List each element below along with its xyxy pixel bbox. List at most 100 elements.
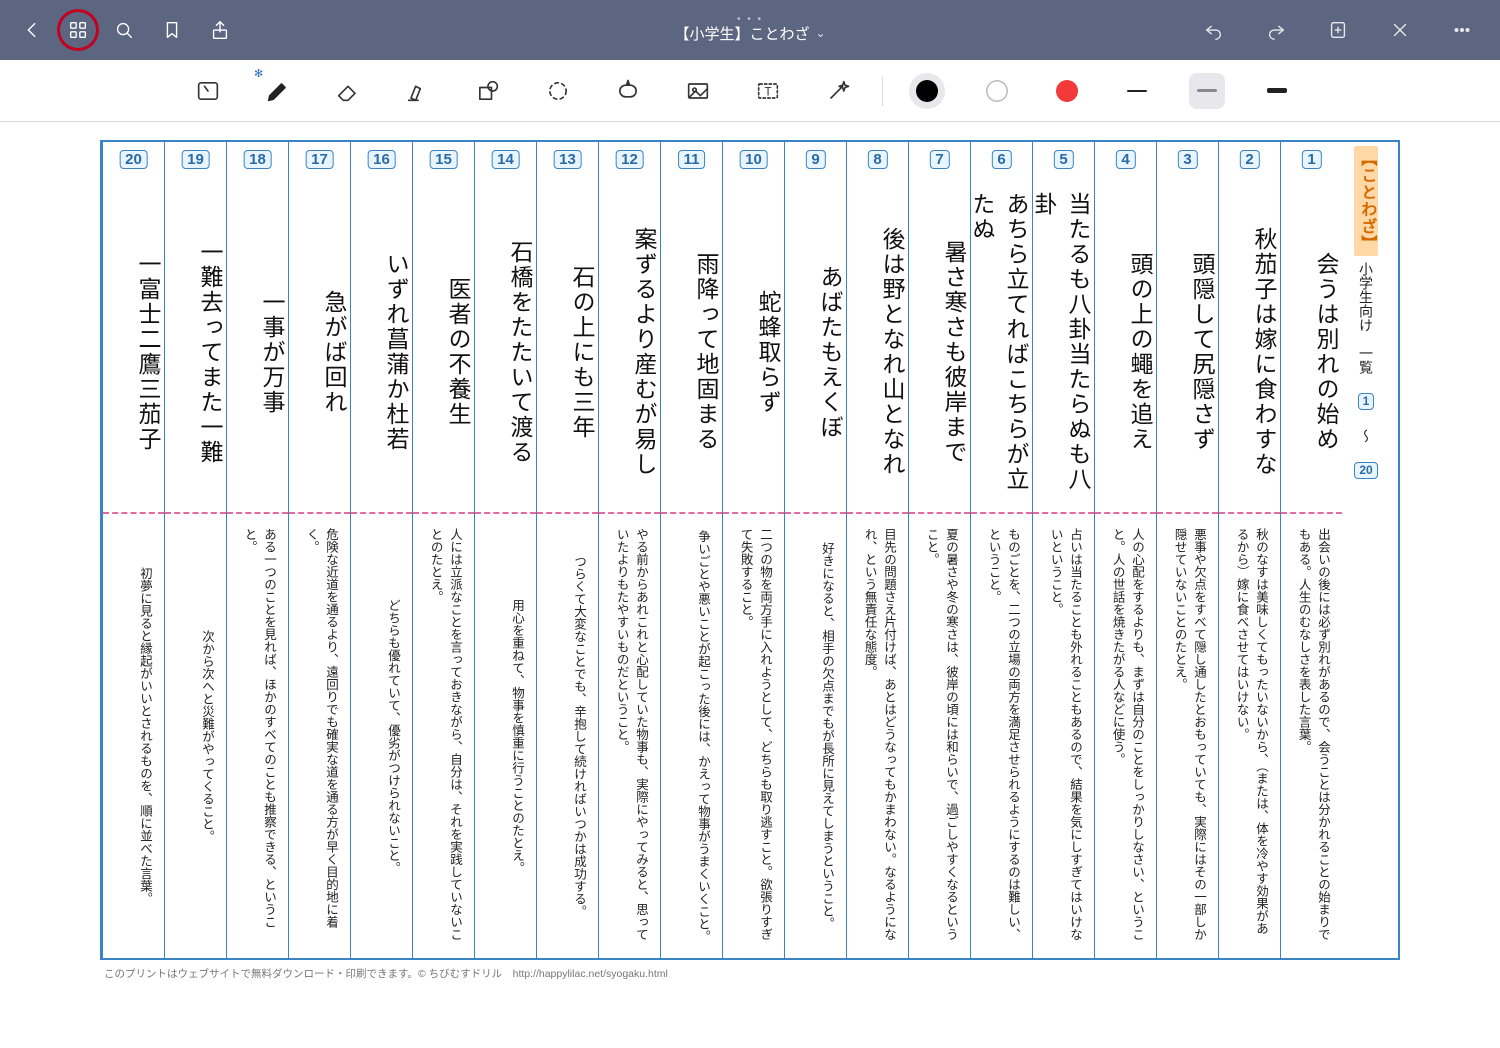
proverb-column: 19 一難去ってまた一難 次から次へと災難がやってくること。 [164,142,226,958]
column-number: 7 [929,150,949,169]
title-bar: • • • 【小学生】ことわざ [0,0,1500,60]
column-number: 4 [1115,150,1135,169]
page: 20 一富士二鷹三茄子 初夢に見ると縁起がいいとされるものを、順に並べた言葉。 … [100,140,1400,1020]
proverb-meaning-cell: 二つの物を両方手に入れようとして、どちらも取り逃すこと。欲張りすぎて失敗すること… [723,514,784,958]
proverb-meaning-cell: 出会いの後には必ず別れがあるので、会うことは分かれることの始まりでもある。人生の… [1281,514,1342,958]
proverb-phrase-cell: 会うは別れの始め [1281,142,1342,512]
proverb-phrase-cell: 案ずるより産むが易し [599,142,660,512]
proverb-phrase-cell: 石橋をたたいて渡る [475,142,536,512]
column-number: 2 [1239,150,1259,169]
table-subtitle: 小学生向け 一覧 1 〜 20 [1354,262,1377,482]
proverb-meaning-cell: 危険な近道を通るより、遠回りでも確実な道を通る方が早く目的地に着く。 [289,514,350,958]
column-number: 20 [119,150,148,169]
proverb-phrase-cell: 蛇蜂取らず [723,142,784,512]
document-viewport[interactable]: 20 一富士二鷹三茄子 初夢に見ると縁起がいいとされるものを、順に並べた言葉。 … [0,122,1500,1048]
proverb-phrase-cell: 頭隠して尻隠さず [1157,142,1218,512]
more-button[interactable] [1442,10,1482,50]
proverb-column: 20 一富士二鷹三茄子 初夢に見ると縁起がいいとされるものを、順に並べた言葉。 [102,142,164,958]
column-number: 9 [805,150,825,169]
proverb-phrase-cell: あちら立てればこちらが立たぬ [971,142,1032,512]
stroke-thin[interactable] [1119,73,1155,109]
column-number: 1 [1301,150,1321,169]
proverb-phrase-cell: 一富士二鷹三茄子 [103,142,164,512]
proverb-column: 16 いずれ菖蒲か杜若 どちらも優れていて、優劣がつけられないこと。 [350,142,412,958]
proverb-meaning-cell: 悪事や欠点をすべて隠し通したとおもっていても、実際にはその一部しか隠せていないこ… [1157,514,1218,958]
proverb-phrase-cell: 急がば回れ [289,142,350,512]
image-tool[interactable] [680,73,716,109]
proverb-phrase-cell: いずれ菖蒲か杜若 [351,142,412,512]
zoom-tool[interactable] [190,73,226,109]
proverb-meaning-cell: 次から次へと災難がやってくること。 [165,514,226,958]
column-number: 12 [615,150,644,169]
column-number: 11 [678,150,706,169]
share-button[interactable] [200,10,240,50]
text-tool[interactable]: T [750,73,786,109]
stroke-medium[interactable] [1189,73,1225,109]
proverb-column: 18 一事が万事 ある一つのことを見れば、ほかのすべてのことも推察できる、という… [226,142,288,958]
color-red[interactable] [1049,73,1085,109]
toolbar: ✻ T [0,60,1500,122]
column-number: 16 [367,150,396,169]
column-number: 17 [305,150,334,169]
proverb-meaning-cell: どちらも優れていて、優劣がつけられないこと。 [351,514,412,958]
thumbnails-button[interactable] [60,12,96,48]
column-number: 3 [1177,150,1197,169]
svg-text:T: T [764,85,771,98]
stroke-thick[interactable] [1259,73,1295,109]
color-black[interactable] [909,73,945,109]
proverb-meaning-cell: 占いは当たることも外れることもあるので、結果を気にしすぎてはいけないということ。 [1033,514,1094,958]
proverb-meaning-cell: 目先の問題さえ片付けば、あとはどうなってもかまわない。なるようになれ、という無責… [847,514,908,958]
document-title[interactable]: • • • 【小学生】ことわざ [674,17,825,44]
undo-button[interactable] [1194,10,1234,50]
eraser-tool[interactable] [330,73,366,109]
laser-tool[interactable] [820,73,856,109]
proverb-column: 4 頭の上の蠅を追え 人の心配をするよりも、まずは自分のことをしっかりしなさい、… [1094,142,1156,958]
back-button[interactable] [12,10,52,50]
highlighter-tool[interactable] [400,73,436,109]
column-number: 19 [181,150,210,169]
column-number: 18 [243,150,272,169]
add-page-button[interactable] [1318,10,1358,50]
proverb-column: 14 石橋をたたいて渡る 用心を重ねて、物事を慎重に行うことのたとえ。 [474,142,536,958]
proverb-table: 20 一富士二鷹三茄子 初夢に見ると縁起がいいとされるものを、順に並べた言葉。 … [100,140,1400,960]
close-button[interactable] [1380,10,1420,50]
table-header-gutter: 【ことわざ】 小学生向け 一覧 1 〜 20 [1342,142,1390,958]
redo-button[interactable] [1256,10,1296,50]
proverb-phrase-cell: 一難去ってまた一難 [165,142,226,512]
proverb-phrase-cell: 医者の不養生 [413,142,474,512]
proverb-meaning-cell: 秋のなすは美味しくてもったいないから、（または、体を冷やす効果があるから）嫁に食… [1219,514,1280,958]
proverb-phrase-cell: 後は野となれ山となれ [847,142,908,512]
proverb-phrase-cell: 石の上にも三年 [537,142,598,512]
proverb-meaning-cell: 好きになると、相手の欠点までもが長所に見えてしまうということ。 [785,514,846,958]
search-button[interactable] [104,10,144,50]
color-white[interactable] [979,73,1015,109]
column-number: 10 [739,150,768,169]
column-number: 15 [429,150,458,169]
bookmark-button[interactable] [152,10,192,50]
proverb-column: 6 あちら立てればこちらが立たぬ ものごとを、二つの立場の両方を満足させられるよ… [970,142,1032,958]
proverb-meaning-cell: 初夢に見ると縁起がいいとされるものを、順に並べた言葉。 [103,514,164,958]
proverb-meaning-cell: やる前からあれこれと心配していた物事も、実際にやってみると、思っていたよりもたや… [599,514,660,958]
proverb-column: 7 暑さ寒さも彼岸まで 夏の暑さや冬の寒さは、彼岸の頃には和らいで、過ごしやすく… [908,142,970,958]
category-label: 【ことわざ】 [1354,146,1379,256]
proverb-meaning-cell: 争いごとや悪いことが起こった後には、かえって物事がうまくいくこと。 [661,514,722,958]
proverb-phrase-cell: 暑さ寒さも彼岸まで [909,142,970,512]
proverb-column: 11 雨降って地固まる 争いごとや悪いことが起こった後には、かえって物事がうまく… [660,142,722,958]
lasso-tool[interactable] [540,73,576,109]
proverb-column: 2 秋茄子は嫁に食わすな 秋のなすは美味しくてもったいないから、（または、体を冷… [1218,142,1280,958]
pen-tool[interactable]: ✻ [260,73,296,109]
shape-tool[interactable] [470,73,506,109]
proverb-meaning-cell: 人には立派なことを言っておきながら、自分は、それを実践していないことのたとえ。 [413,514,474,958]
column-number: 5 [1053,150,1073,169]
proverb-column: 10 蛇蜂取らず 二つの物を両方手に入れようとして、どちらも取り逃すこと。欲張り… [722,142,784,958]
column-number: 14 [491,150,520,169]
column-number: 8 [867,150,887,169]
proverb-column: 9 あばたもえくぼ 好きになると、相手の欠点までもが長所に見えてしまうということ… [784,142,846,958]
proverb-phrase-cell: 雨降って地固まる [661,142,722,512]
proverb-meaning-cell: ものごとを、二つの立場の両方を満足させられるようにするのは難しい、ということ。 [971,514,1032,958]
sticker-tool[interactable] [610,73,646,109]
proverb-phrase-cell: 当たるも八卦当たらぬも八卦 [1033,142,1094,512]
proverb-meaning-cell: つらくて大変なことでも、辛抱して続ければいつかは成功する。 [537,514,598,958]
proverb-meaning-cell: ある一つのことを見れば、ほかのすべてのことも推察できる、ということ。 [227,514,288,958]
proverb-column: 8 後は野となれ山となれ 目先の問題さえ片付けば、あとはどうなってもかまわない。… [846,142,908,958]
